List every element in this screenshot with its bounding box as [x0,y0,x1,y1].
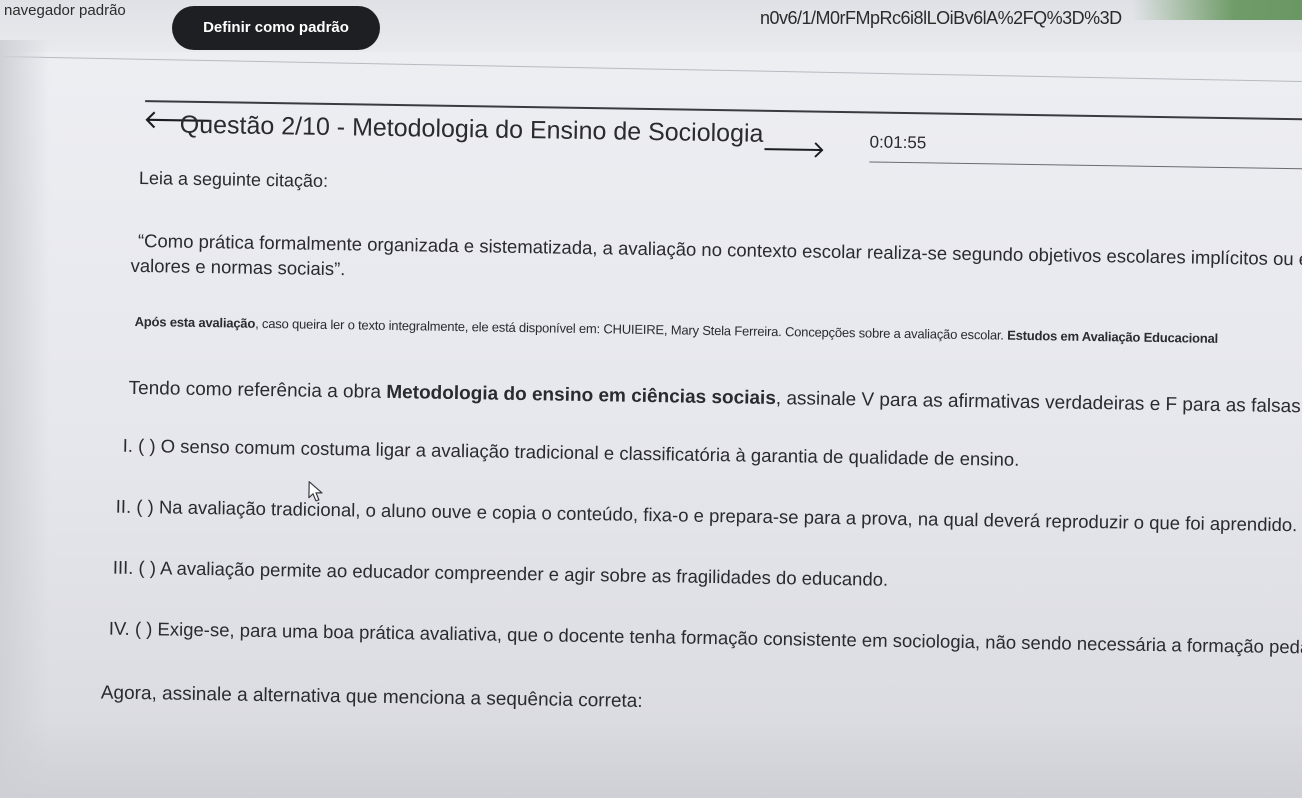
screen: navegador padrão Definir como padrão n0v… [0,0,1302,798]
timer-rule [869,161,1302,170]
source-text: , caso queira ler o texto integralmente,… [255,315,1008,343]
question-panel: 🡐 Questão 2/10 - Metodologia do Ensino d… [0,0,1302,798]
instruction-start: Tendo como referência a obra [128,377,387,403]
statement-3: III. ( ) A avaliação permite ao educador… [112,556,889,590]
question-intro: Leia a seguinte citação: [138,167,329,191]
answer-prompt: Agora, assinale a alternativa que mencio… [100,682,643,712]
bottom-shade [0,720,1302,798]
statement-4: IV. ( ) Exige-se, para uma boa prática a… [108,617,1302,658]
question-instruction: Tendo como referência a obra Metodologia… [128,378,1302,419]
question-timer: 0:01:55 [869,132,927,153]
statement-2: II. ( ) Na avaliação tradicional, o alun… [115,495,1298,536]
mouse-pointer-icon [308,481,323,502]
citation-quote: “Como prática formalmente organizada e s… [130,228,1302,297]
question-title: Questão 2/10 - Metodologia do Ensino de … [179,110,764,148]
source-bold-start: Após esta avaliação [134,313,256,331]
statement-1: I. ( ) O senso comum costuma ligar a ava… [122,434,1020,470]
citation-source: Após esta avaliação, caso queira ler o t… [135,314,1219,346]
arrow-right-icon[interactable]: 🡒 [761,136,826,164]
instruction-end: , assinale V para as afirmativas verdade… [775,388,1302,418]
source-journal: Estudos em Avaliação Educacional [1007,327,1219,346]
instruction-book-title: Metodologia do ensino em ciências sociai… [386,381,777,410]
